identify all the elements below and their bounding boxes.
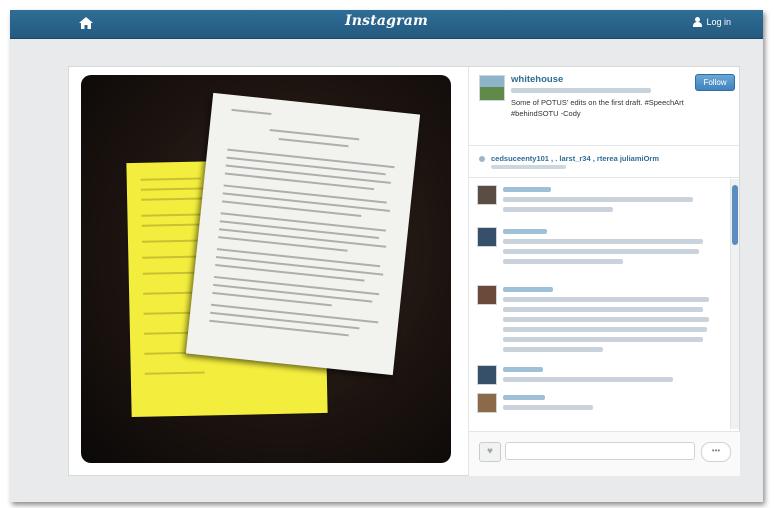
- user-icon: [693, 17, 703, 27]
- comments-list: [469, 179, 729, 429]
- post-sidebar: whitehouse Follow Some of POTUS' edits o…: [468, 67, 740, 476]
- likes-count-blurred: [491, 165, 566, 169]
- post-meta-blurred: [511, 88, 651, 93]
- avatar[interactable]: [477, 285, 497, 305]
- white-document: [185, 92, 421, 376]
- avatar[interactable]: [477, 393, 497, 413]
- post-caption: Some of POTUS' edits on the first draft.…: [511, 98, 684, 118]
- login-link[interactable]: Log in: [693, 17, 731, 27]
- avatar[interactable]: [479, 75, 505, 101]
- add-comment-input-blurred[interactable]: [505, 442, 695, 460]
- login-label: Log in: [706, 17, 731, 27]
- ellipsis-icon[interactable]: •••: [701, 442, 731, 462]
- divider: [469, 177, 740, 178]
- avatar[interactable]: [477, 227, 497, 247]
- comments-scrollbar[interactable]: [730, 179, 739, 429]
- divider: [469, 145, 740, 146]
- likes-list[interactable]: cedsuceenty101 , . larst_r34 , rterea ju…: [491, 154, 659, 163]
- scrollbar-thumb[interactable]: [732, 185, 738, 245]
- top-nav-bar: Instagram Log in: [10, 10, 763, 39]
- post-photo[interactable]: [81, 75, 451, 463]
- heart-icon[interactable]: ♥: [479, 442, 501, 462]
- follow-button[interactable]: Follow: [695, 74, 735, 91]
- post-username[interactable]: whitehouse: [511, 74, 563, 85]
- comment-footer: ♥ •••: [469, 431, 740, 476]
- likes-icon: [479, 156, 485, 162]
- avatar[interactable]: [477, 185, 497, 205]
- avatar[interactable]: [477, 365, 497, 385]
- post-panel: whitehouse Follow Some of POTUS' edits o…: [68, 66, 740, 476]
- brand-logo[interactable]: Instagram: [10, 13, 763, 29]
- browser-frame: Instagram Log in whitehouse Follow Some …: [10, 10, 763, 502]
